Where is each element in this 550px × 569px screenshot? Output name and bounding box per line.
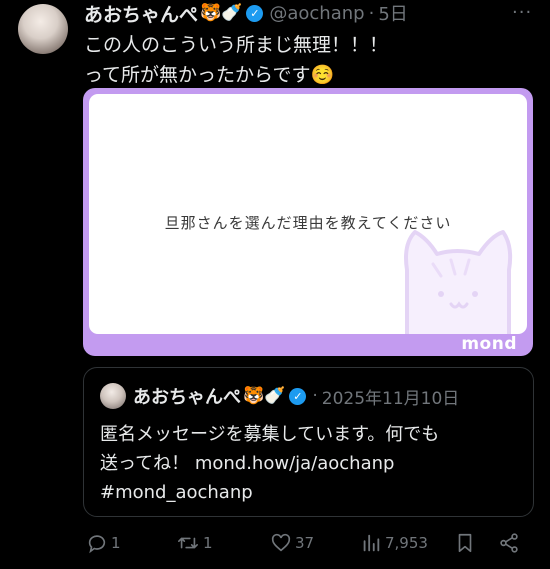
bookmark-icon: [458, 533, 472, 553]
more-options-icon[interactable]: ···: [512, 2, 532, 23]
share-button[interactable]: [498, 528, 520, 558]
retweet-icon: [178, 537, 198, 549]
views-count: 7,953: [385, 534, 428, 552]
quoted-display-name: あおちゃんぺ: [133, 387, 241, 408]
views-chart-icon: [363, 534, 380, 552]
quoted-separator: ·: [312, 386, 318, 406]
retweet-count: 1: [203, 534, 213, 552]
heart-icon: [271, 533, 291, 552]
display-name[interactable]: あおちゃんぺ: [84, 0, 198, 27]
handle[interactable]: @aochanp: [269, 3, 364, 24]
timestamp[interactable]: 5日: [378, 0, 407, 26]
separator: ·: [368, 2, 375, 24]
quoted-text-line: 送ってね！ mond.how/ja/aochanp: [100, 453, 395, 474]
quoted-avatar: [100, 383, 126, 409]
quoted-header: あおちゃんぺ 🐯🍼 ✓ · 2025年11月10日: [133, 381, 459, 411]
verified-badge-icon: ✓: [246, 4, 264, 22]
like-button[interactable]: 37: [270, 528, 314, 558]
cat-illustration-icon: [404, 230, 513, 334]
tweet-text-line: この人のこういう所まじ無理！！！: [84, 34, 389, 56]
tweet-text: この人のこういう所まじ無理！！！ って所が無かったからです☺️: [84, 30, 388, 90]
quoted-text-line: 匿名メッセージを募集しています。何でも: [100, 424, 440, 445]
mond-card[interactable]: 旦那さんを選んだ理由を教えてください mond: [83, 88, 533, 356]
avatar[interactable]: [18, 4, 68, 54]
bookmark-button[interactable]: [454, 528, 476, 558]
retweet-button[interactable]: 1: [176, 528, 213, 558]
tweet-text-line: って所が無かったからです☺️: [84, 64, 335, 86]
tweet-header: あおちゃんぺ 🐯🍼 ✓ @aochanp · 5日: [84, 0, 408, 26]
quoted-date: 2025年11月10日: [321, 388, 460, 409]
views-button[interactable]: 7,953: [360, 528, 428, 558]
reply-button[interactable]: 1: [86, 528, 121, 558]
action-bar: 1 1 37 7,953: [0, 528, 550, 558]
reply-count: 1: [111, 534, 121, 552]
card-inner: 旦那さんを選んだ理由を教えてください: [89, 94, 527, 334]
quoted-text-line: #mond_aochanp: [100, 482, 253, 503]
quoted-text: 匿名メッセージを募集しています。何でも 送ってね！ mond.how/ja/ao…: [100, 420, 439, 507]
share-icon: [500, 533, 518, 553]
quoted-name-emojis: 🐯🍼: [243, 386, 286, 406]
reply-icon: [88, 535, 106, 554]
mond-logo: mond: [461, 334, 517, 354]
quoted-tweet[interactable]: あおちゃんぺ 🐯🍼 ✓ · 2025年11月10日 匿名メッセージを募集していま…: [83, 367, 534, 517]
name-emojis: 🐯🍼: [200, 3, 243, 23]
like-count: 37: [295, 534, 315, 552]
verified-badge-icon: ✓: [289, 387, 307, 405]
